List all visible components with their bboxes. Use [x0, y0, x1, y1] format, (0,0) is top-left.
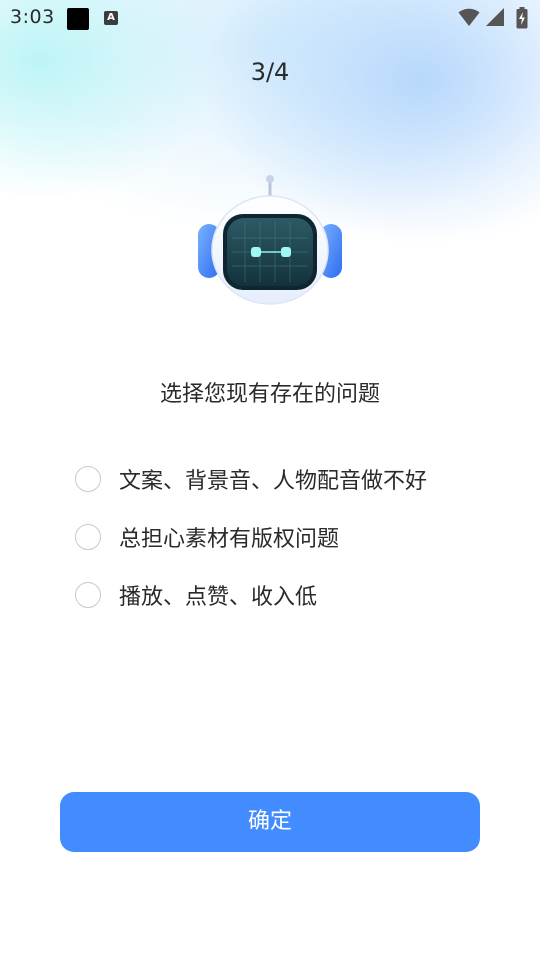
radio-button[interactable] — [75, 582, 101, 608]
robot-illustration — [198, 175, 342, 305]
option-item[interactable]: 总担心素材有版权问题 — [75, 518, 495, 556]
a-text-icon: A — [104, 11, 118, 25]
confirm-button[interactable]: 确定 — [60, 792, 480, 852]
options-list: 文案、背景音、人物配音做不好 总担心素材有版权问题 播放、点赞、收入低 — [75, 460, 495, 634]
radio-button[interactable] — [75, 466, 101, 492]
option-label: 文案、背景音、人物配音做不好 — [119, 469, 428, 494]
option-label: 总担心素材有版权问题 — [119, 527, 340, 552]
radio-button[interactable] — [75, 524, 101, 550]
battery-charging-icon — [516, 7, 528, 29]
step-indicator: 3/4 — [250, 58, 290, 86]
question-title: 选择您现有存在的问题 — [159, 382, 380, 407]
system-icons — [458, 7, 530, 29]
option-label: 播放、点赞、收入低 — [119, 585, 318, 610]
status-time: 3:03 — [10, 6, 55, 28]
survey-screen: 3:03 A 3/4 选择您现有存在的问题 文案、背景音、人物配音做不好 总担心… — [0, 0, 540, 960]
status-bar: 3:03 A — [0, 0, 540, 36]
black-square-icon — [67, 8, 89, 30]
wifi-icon — [458, 8, 480, 26]
option-item[interactable]: 播放、点赞、收入低 — [75, 576, 495, 614]
cellular-signal-icon — [486, 8, 504, 26]
option-item[interactable]: 文案、背景音、人物配音做不好 — [75, 460, 495, 498]
